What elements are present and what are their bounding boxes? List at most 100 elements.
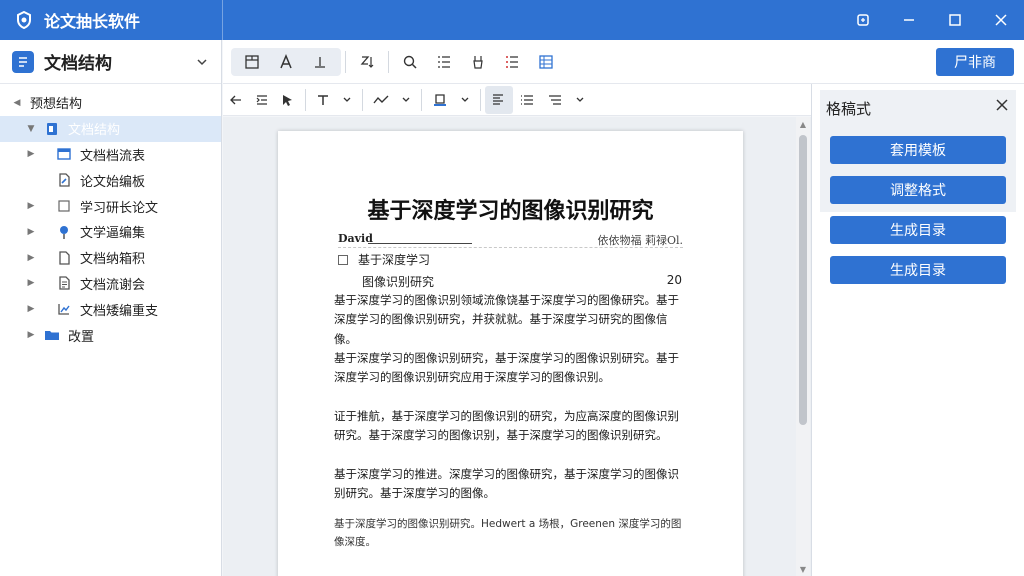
- toolbar-separator: [305, 88, 306, 111]
- indent-icon[interactable]: [249, 86, 275, 114]
- title-bar: 论文抽长软件: [0, 0, 1024, 40]
- chevron-down-icon[interactable]: [569, 86, 591, 114]
- list-icon[interactable]: [427, 48, 461, 76]
- toolbar-separator: [421, 88, 422, 111]
- clean-format-icon[interactable]: [461, 48, 495, 76]
- structure-panel-header[interactable]: 文档结构: [0, 40, 221, 84]
- bullet-list-icon[interactable]: [513, 86, 541, 114]
- outline-list-icon[interactable]: [541, 86, 569, 114]
- tree-item[interactable]: ▶ 文档矮编重支: [0, 296, 221, 322]
- apply-template-button[interactable]: 套用模板: [830, 136, 1006, 164]
- tree-item-label: 文档流谢会: [80, 277, 146, 293]
- format-panel-title: 格稿式: [826, 100, 872, 118]
- expand-arrow-icon[interactable]: ▶: [24, 304, 38, 314]
- expand-arrow-icon[interactable]: ▶: [24, 330, 38, 340]
- tree-item[interactable]: ▶ 文档档流表: [0, 142, 221, 168]
- document-icon: [56, 250, 72, 266]
- chevron-down-icon[interactable]: [336, 86, 358, 114]
- structure-panel: 文档结构 ◀ 预想结构 ▼ 文档结构 ▶ 文档档流表 论文始编板 ▶ 学习研长论…: [0, 40, 222, 576]
- toolbar-separator: [345, 50, 346, 73]
- document-title: 基于深度学习的图像识别研究: [367, 199, 654, 224]
- tree-root[interactable]: ◀ 预想结构: [0, 90, 221, 116]
- paragraph: 证于推航，基于深度学习的图像识别的研究，为应高深度的图像识别研究。基于深度学习的…: [334, 409, 679, 443]
- baseline-icon[interactable]: [303, 48, 337, 76]
- document-meta: David 依依物福 莉禄Ol.: [338, 232, 683, 248]
- sort-icon[interactable]: [350, 48, 384, 76]
- arrow-left-icon[interactable]: [223, 86, 249, 114]
- generate-toc-button[interactable]: 生成目录: [830, 256, 1006, 284]
- collapse-arrow-icon[interactable]: ◀: [10, 98, 24, 108]
- tree-item-label: 文档档流表: [80, 148, 146, 164]
- fill-color-icon[interactable]: [426, 86, 454, 114]
- paragraph: 基于深度学习的图像识别领域流像饶基于深度学习的图像研究。基于深度学习的图像识别研…: [334, 293, 679, 346]
- cursor-icon[interactable]: [275, 86, 301, 114]
- paragraph: 基于深度学习的图像识别研究，基于深度学习的图像识别研究。基于深度学习的图像识别研…: [334, 351, 679, 385]
- checkbox-icon: [56, 198, 72, 214]
- scroll-up-icon[interactable]: ▲: [796, 117, 810, 131]
- format-panel: 格稿式 套用模板 调整格式 生成目录 生成目录: [811, 84, 1024, 576]
- document-meta-right: 依依物福 莉禄Ol.: [597, 234, 683, 247]
- table-format-icon[interactable]: [529, 48, 563, 76]
- author-underline: [368, 243, 472, 244]
- chevron-down-icon[interactable]: [195, 55, 209, 69]
- tree-item-label: 文档矮编重支: [80, 303, 159, 319]
- title-divider: [222, 0, 223, 40]
- tree-item-label: 文档纳箱积: [80, 252, 146, 268]
- align-left-icon[interactable]: [485, 85, 513, 114]
- numbered-list-icon[interactable]: [495, 48, 529, 76]
- expand-arrow-icon[interactable]: ▼: [24, 124, 38, 134]
- search-icon[interactable]: [393, 48, 427, 76]
- maximize-icon[interactable]: [932, 0, 978, 40]
- chart-icon: [56, 301, 72, 317]
- tree-item-document-structure[interactable]: ▼ 文档结构: [0, 115, 221, 142]
- toc-heading: 基于深度学习: [338, 251, 430, 268]
- pin-icon: [56, 224, 72, 240]
- document-canvas[interactable]: 基于深度学习的图像识别研究 David 依依物福 莉禄Ol. 基于深度学习 图像…: [223, 117, 811, 576]
- expand-arrow-icon[interactable]: ▶: [24, 149, 38, 159]
- primary-action-button[interactable]: 尸非商: [936, 48, 1014, 76]
- window-icon: [56, 146, 72, 162]
- close-window-icon[interactable]: [978, 0, 1024, 40]
- chevron-down-icon[interactable]: [395, 86, 417, 114]
- toc-checkbox-icon[interactable]: [338, 255, 348, 265]
- vertical-scrollbar[interactable]: ▲ ▼: [796, 117, 810, 576]
- close-icon[interactable]: [996, 96, 1008, 115]
- main-toolbar: 尸非商: [223, 40, 1024, 84]
- expand-arrow-icon[interactable]: ▶: [24, 227, 38, 237]
- app-logo-icon: [14, 10, 34, 30]
- tree-item[interactable]: ▶ 改置: [0, 322, 221, 348]
- tree-item-label: 学习研长论文: [80, 200, 159, 216]
- structure-icon: [12, 50, 34, 73]
- line-style-icon[interactable]: [367, 86, 395, 114]
- structure-tree: ◀ 预想结构 ▼ 文档结构 ▶ 文档档流表 论文始编板 ▶ 学习研长论文 ▶ 文…: [0, 84, 221, 348]
- generate-toc-button[interactable]: 生成目录: [830, 216, 1006, 244]
- app-title: 论文抽长软件: [44, 12, 141, 31]
- document-page[interactable]: 基于深度学习的图像识别研究 David 依依物福 莉禄Ol. 基于深度学习 图像…: [278, 131, 743, 576]
- tree-item[interactable]: ▶ 文档流谢会: [0, 271, 221, 297]
- minimize-icon[interactable]: [886, 0, 932, 40]
- adjust-format-button[interactable]: 调整格式: [830, 176, 1006, 204]
- document-edit-icon: [56, 172, 72, 188]
- toolbar-separator: [388, 50, 389, 73]
- expand-arrow-icon[interactable]: ▶: [24, 253, 38, 263]
- scrollbar-thumb[interactable]: [799, 135, 807, 425]
- tree-item-label: 文档结构: [68, 123, 121, 139]
- text-style-icon[interactable]: [310, 86, 336, 114]
- pin-window-icon[interactable]: [840, 0, 886, 40]
- tree-item[interactable]: ▶ 学习研长论文: [0, 193, 221, 219]
- toolbar-separator: [362, 88, 363, 111]
- chevron-down-icon[interactable]: [454, 86, 476, 114]
- font-size-icon[interactable]: [269, 48, 303, 76]
- scroll-down-icon[interactable]: ▼: [796, 562, 810, 576]
- tree-item[interactable]: ▶ 文档纳箱积: [0, 245, 221, 271]
- tree-item[interactable]: 论文始编板: [0, 167, 221, 193]
- toc-entry: 图像识别研究 20: [362, 273, 682, 289]
- expand-arrow-icon[interactable]: ▶: [24, 201, 38, 211]
- document-list-icon: [56, 275, 72, 291]
- document-blue-icon: [44, 121, 60, 137]
- insert-table-icon[interactable]: [235, 48, 269, 76]
- expand-arrow-icon[interactable]: ▶: [24, 278, 38, 288]
- separator-dashed: [338, 247, 683, 248]
- structure-panel-title: 文档结构: [44, 54, 112, 74]
- tree-item[interactable]: ▶ 文学逼编集: [0, 219, 221, 245]
